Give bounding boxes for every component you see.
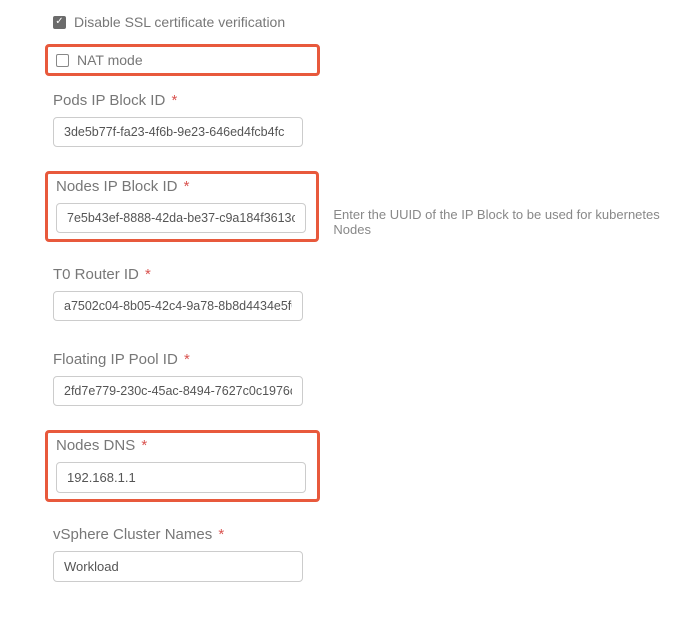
required-asterisk: * — [171, 92, 177, 109]
pods-ip-label: Pods IP Block ID * — [53, 92, 312, 109]
nodes-dns-label: Nodes DNS * — [56, 437, 309, 454]
floating-ip-label: Floating IP Pool ID * — [53, 351, 312, 368]
required-asterisk: * — [145, 266, 151, 283]
ssl-checkbox-row[interactable]: ✓ Disable SSL certificate verification — [53, 10, 700, 34]
pods-ip-input[interactable] — [53, 117, 303, 147]
floating-ip-input[interactable] — [53, 376, 303, 406]
pods-ip-field: Pods IP Block ID * — [45, 86, 320, 153]
nat-checkbox-label: NAT mode — [77, 52, 143, 68]
required-asterisk: * — [141, 437, 147, 454]
t0-router-label: T0 Router ID * — [53, 266, 312, 283]
nodes-ip-field: Nodes IP Block ID * — [45, 171, 319, 242]
nodes-dns-field: Nodes DNS * — [45, 430, 320, 502]
checkbox-checked-icon: ✓ — [53, 16, 66, 29]
ssl-checkbox-label: Disable SSL certificate verification — [74, 14, 285, 30]
nodes-ip-input[interactable] — [56, 203, 306, 233]
t0-router-input[interactable] — [53, 291, 303, 321]
checkbox-unchecked-icon — [56, 54, 69, 67]
nat-checkbox-row[interactable]: NAT mode — [45, 44, 320, 76]
vsphere-field: vSphere Cluster Names * — [45, 520, 320, 588]
required-asterisk: * — [184, 351, 190, 368]
nodes-dns-input[interactable] — [56, 462, 306, 493]
required-asterisk: * — [218, 526, 224, 543]
floating-ip-field: Floating IP Pool ID * — [45, 345, 320, 412]
form-container: ✓ Disable SSL certificate verification N… — [0, 10, 700, 588]
vsphere-input[interactable] — [53, 551, 303, 582]
t0-router-field: T0 Router ID * — [45, 260, 320, 327]
nodes-ip-help: Enter the UUID of the IP Block to be use… — [333, 207, 700, 237]
nodes-ip-label: Nodes IP Block ID * — [56, 178, 308, 195]
vsphere-label: vSphere Cluster Names * — [53, 526, 312, 543]
required-asterisk: * — [184, 178, 190, 195]
